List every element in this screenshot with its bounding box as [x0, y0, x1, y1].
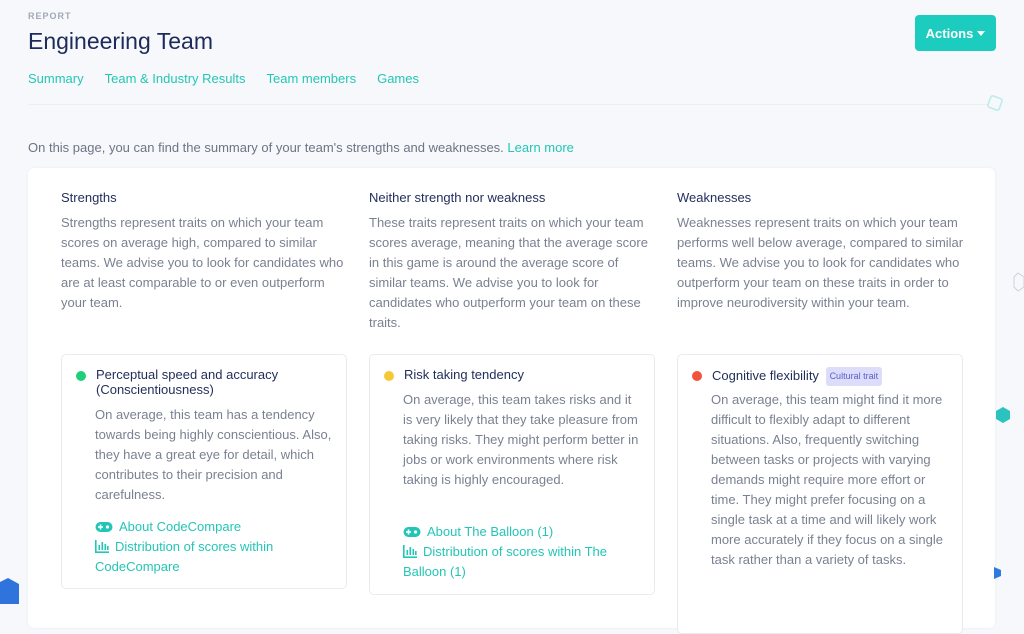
trait-description: On average, this team might find it more…	[711, 392, 943, 567]
distribution-link[interactable]: Distribution of scores within CodeCompar…	[95, 537, 336, 577]
gamepad-icon	[95, 522, 113, 532]
caret-down-icon	[977, 30, 986, 36]
decorative-hexagon-icon	[1013, 272, 1024, 292]
decorative-hexagon-icon	[0, 578, 19, 604]
distribution-label: Distribution of scores within The Balloo…	[403, 544, 608, 579]
bar-chart-icon	[403, 545, 417, 558]
learn-more-link[interactable]: Learn more	[507, 140, 573, 155]
report-tabs: Summary Team & Industry Results Team mem…	[28, 71, 419, 86]
column-description: Strengths represent traits on which your…	[61, 215, 344, 310]
bar-chart-icon	[95, 540, 109, 553]
trait-description: On average, this team takes risks and it…	[403, 392, 639, 487]
distribution-link[interactable]: Distribution of scores within The Balloo…	[403, 542, 644, 582]
gamepad-icon	[403, 527, 421, 537]
strengths-column: Strengths Strengths represent traits on …	[61, 190, 348, 313]
column-title: Neither strength nor weakness	[369, 190, 546, 205]
trait-card: Risk taking tendency On average, this te…	[369, 354, 655, 595]
column-description: Weaknesses represent traits on which you…	[677, 215, 964, 310]
trait-name: Risk taking tendency	[404, 367, 524, 382]
decorative-square-icon	[987, 95, 1003, 111]
intro-text: On this page, you can find the summary o…	[28, 140, 574, 155]
header-divider	[28, 104, 988, 105]
neutral-column: Neither strength nor weakness These trai…	[369, 190, 656, 333]
about-game-label: About CodeCompare	[119, 519, 242, 534]
status-dot-icon	[76, 371, 86, 381]
actions-button[interactable]: Actions	[915, 15, 996, 51]
page-title: Engineering Team	[28, 28, 213, 54]
about-game-label: About The Balloon (1)	[427, 524, 554, 539]
trait-name-text: Cognitive flexibility	[712, 368, 819, 383]
status-dot-icon	[692, 371, 702, 381]
trait-name: Cognitive flexibility Cultural trait	[712, 367, 883, 386]
tab-team-members[interactable]: Team members	[267, 71, 357, 86]
report-eyebrow: REPORT	[28, 11, 72, 21]
summary-panel: Strengths Strengths represent traits on …	[28, 168, 995, 634]
about-game-link[interactable]: About The Balloon (1)	[403, 522, 644, 542]
cultural-trait-badge: Cultural trait	[825, 367, 883, 386]
column-title: Weaknesses	[677, 190, 752, 205]
actions-label: Actions	[925, 25, 974, 41]
column-title: Strengths	[61, 190, 117, 205]
tab-games[interactable]: Games	[377, 71, 419, 86]
decorative-shape-icon	[994, 567, 1001, 579]
distribution-label: Distribution of scores within CodeCompar…	[95, 539, 274, 574]
weaknesses-column: Weaknesses Weaknesses represent traits o…	[677, 190, 964, 313]
about-game-link[interactable]: About CodeCompare	[95, 517, 336, 537]
intro-description: On this page, you can find the summary o…	[28, 140, 504, 155]
column-description: These traits represent traits on which y…	[369, 215, 648, 330]
tab-summary[interactable]: Summary	[28, 71, 84, 86]
trait-card: Perceptual speed and accuracy (Conscient…	[61, 354, 347, 589]
trait-card: Cognitive flexibility Cultural trait On …	[677, 354, 963, 634]
decorative-hexagon-icon	[996, 407, 1010, 423]
trait-description: On average, this team has a tendency tow…	[95, 407, 332, 502]
tab-team-industry-results[interactable]: Team & Industry Results	[105, 71, 246, 86]
status-dot-icon	[384, 371, 394, 381]
trait-name: Perceptual speed and accuracy (Conscient…	[96, 367, 279, 397]
